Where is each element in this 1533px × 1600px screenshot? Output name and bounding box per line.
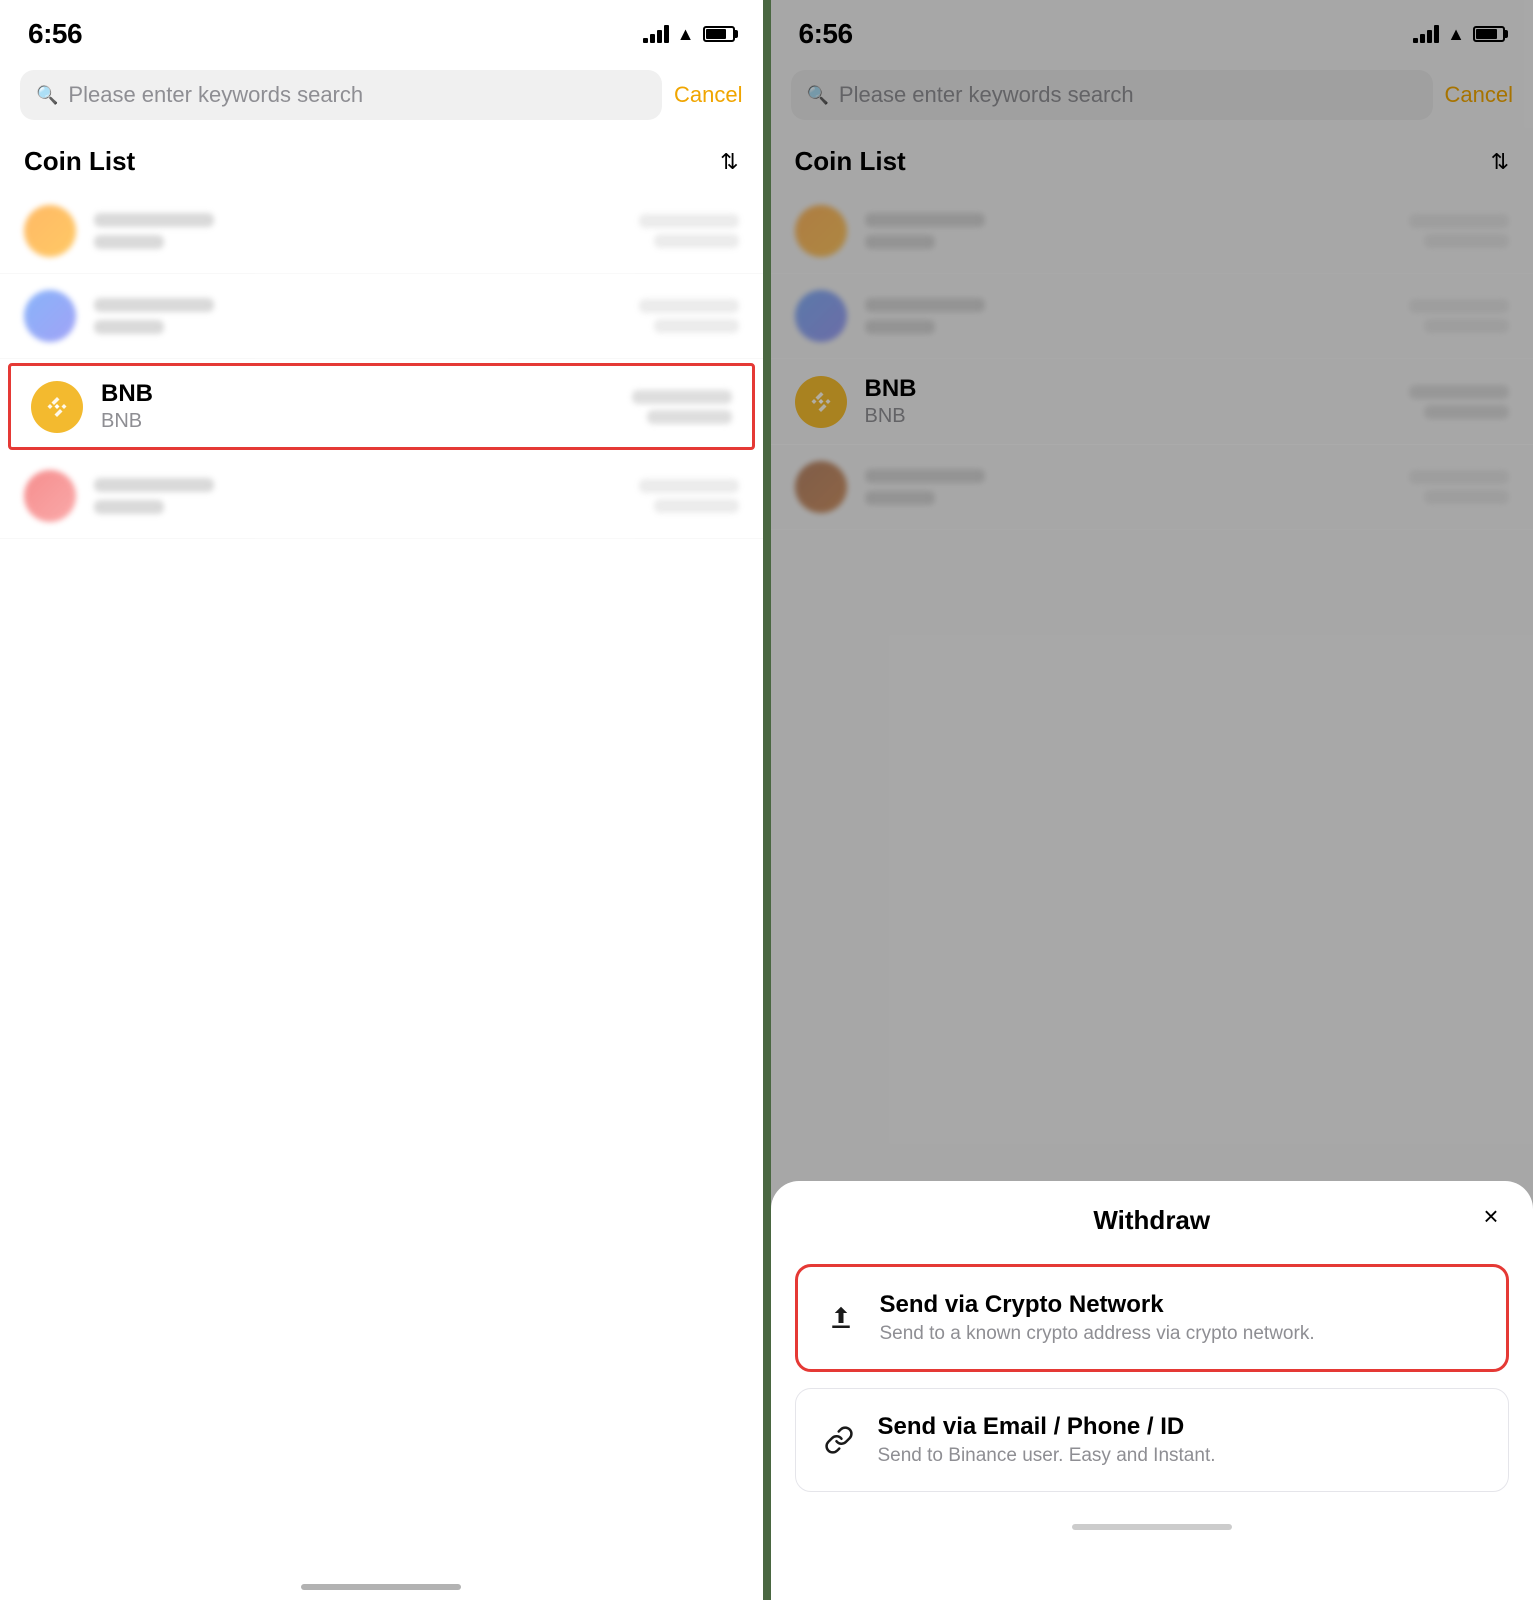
left-phone-panel: 6:56 ▲ 🔍 Please enter keywords search Ca… — [0, 0, 763, 1600]
close-button[interactable]: × — [1473, 1199, 1509, 1235]
bnb-icon — [31, 381, 83, 433]
send-email-description: Send to Binance user. Easy and Instant. — [878, 1445, 1216, 1467]
battery-icon — [703, 26, 735, 42]
sheet-home-bar — [1072, 1524, 1232, 1530]
home-bar — [301, 1584, 461, 1590]
left-home-indicator — [0, 1550, 763, 1600]
send-crypto-title: Send via Crypto Network — [880, 1291, 1315, 1319]
bottom-sheet-header: Withdraw × — [771, 1181, 1533, 1252]
bnb-name: BNB — [101, 380, 632, 408]
bnb-coin-item[interactable]: BNB BNB — [8, 363, 755, 450]
sort-icon[interactable]: ⇅ — [720, 149, 738, 175]
coin-icon-blurred — [24, 290, 76, 342]
link-icon — [818, 1419, 860, 1461]
left-status-icons: ▲ — [643, 24, 735, 45]
search-icon: 🔍 — [36, 85, 58, 106]
upload-icon — [820, 1297, 862, 1339]
list-item[interactable] — [0, 274, 763, 359]
bnb-value — [632, 390, 732, 424]
send-crypto-network-option[interactable]: Send via Crypto Network Send to a known … — [795, 1264, 1510, 1372]
bottom-sheet-title: Withdraw — [1093, 1205, 1210, 1236]
right-phone-panel: 6:56 ▲ 🔍 Please enter keywords search Ca… — [771, 0, 1533, 1600]
coin-icon-blurred — [24, 470, 76, 522]
left-coin-list-title: Coin List — [24, 146, 135, 177]
panel-divider — [763, 0, 771, 1600]
left-coin-list-header: Coin List ⇅ — [0, 130, 763, 189]
left-status-bar: 6:56 ▲ — [0, 0, 763, 60]
left-search-placeholder: Please enter keywords search — [68, 82, 363, 108]
send-crypto-description: Send to a known crypto address via crypt… — [880, 1323, 1315, 1345]
bnb-info: BNB BNB — [101, 380, 632, 433]
left-coin-list: BNB BNB — [0, 189, 763, 1550]
list-item[interactable] — [0, 454, 763, 539]
bnb-ticker: BNB — [101, 410, 632, 433]
list-item[interactable] — [0, 189, 763, 274]
bottom-sheet-content: Send via Crypto Network Send to a known … — [771, 1252, 1533, 1504]
withdraw-bottom-sheet: Withdraw × Send via Crypto Network Send … — [771, 1181, 1533, 1600]
left-search-bar: 🔍 Please enter keywords search Cancel — [0, 60, 763, 130]
send-email-title: Send via Email / Phone / ID — [878, 1413, 1216, 1441]
send-crypto-text: Send via Crypto Network Send to a known … — [880, 1291, 1315, 1345]
coin-icon-blurred — [24, 205, 76, 257]
left-time: 6:56 — [28, 18, 82, 50]
send-email-phone-option[interactable]: Send via Email / Phone / ID Send to Bina… — [795, 1388, 1510, 1492]
left-cancel-button[interactable]: Cancel — [674, 82, 742, 108]
sheet-home-indicator — [771, 1504, 1533, 1540]
send-email-text: Send via Email / Phone / ID Send to Bina… — [878, 1413, 1216, 1467]
signal-icon — [643, 25, 669, 43]
wifi-icon: ▲ — [677, 24, 695, 45]
left-search-input-wrapper[interactable]: 🔍 Please enter keywords search — [20, 70, 662, 120]
